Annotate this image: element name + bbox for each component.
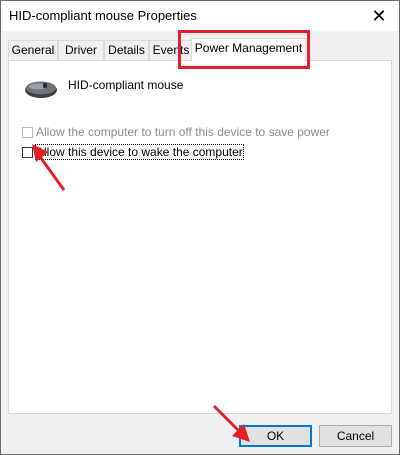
allow-turn-off-label: Allow the computer to turn off this devi… xyxy=(36,125,330,139)
window-title: HID-compliant mouse Properties xyxy=(9,8,197,23)
tab-strip: General Driver Details Events Power Mana… xyxy=(8,38,392,61)
allow-turn-off-checkbox[interactable] xyxy=(22,126,33,138)
tab-events[interactable]: Events xyxy=(149,40,193,60)
tab-power-management[interactable]: Power Management xyxy=(191,38,306,61)
close-button[interactable]: ✕ xyxy=(359,1,399,31)
properties-dialog: HID-compliant mouse Properties ✕ General… xyxy=(0,0,400,455)
allow-turn-off-option: Allow the computer to turn off this devi… xyxy=(22,125,330,139)
tab-panel: HID-compliant mouse Allow the computer t… xyxy=(8,60,392,414)
tab-details[interactable]: Details xyxy=(104,40,149,60)
tab-general[interactable]: General xyxy=(8,40,58,60)
allow-wake-option[interactable]: Allow this device to wake the computer xyxy=(22,144,244,160)
title-bar: HID-compliant mouse Properties ✕ xyxy=(1,1,399,31)
allow-wake-checkbox[interactable] xyxy=(22,146,33,158)
cancel-button[interactable]: Cancel xyxy=(319,425,392,447)
allow-wake-label[interactable]: Allow this device to wake the computer xyxy=(35,144,244,160)
mouse-icon xyxy=(25,81,57,98)
ok-button[interactable]: OK xyxy=(239,425,312,447)
device-name: HID-compliant mouse xyxy=(68,78,184,92)
tab-driver[interactable]: Driver xyxy=(58,40,104,60)
